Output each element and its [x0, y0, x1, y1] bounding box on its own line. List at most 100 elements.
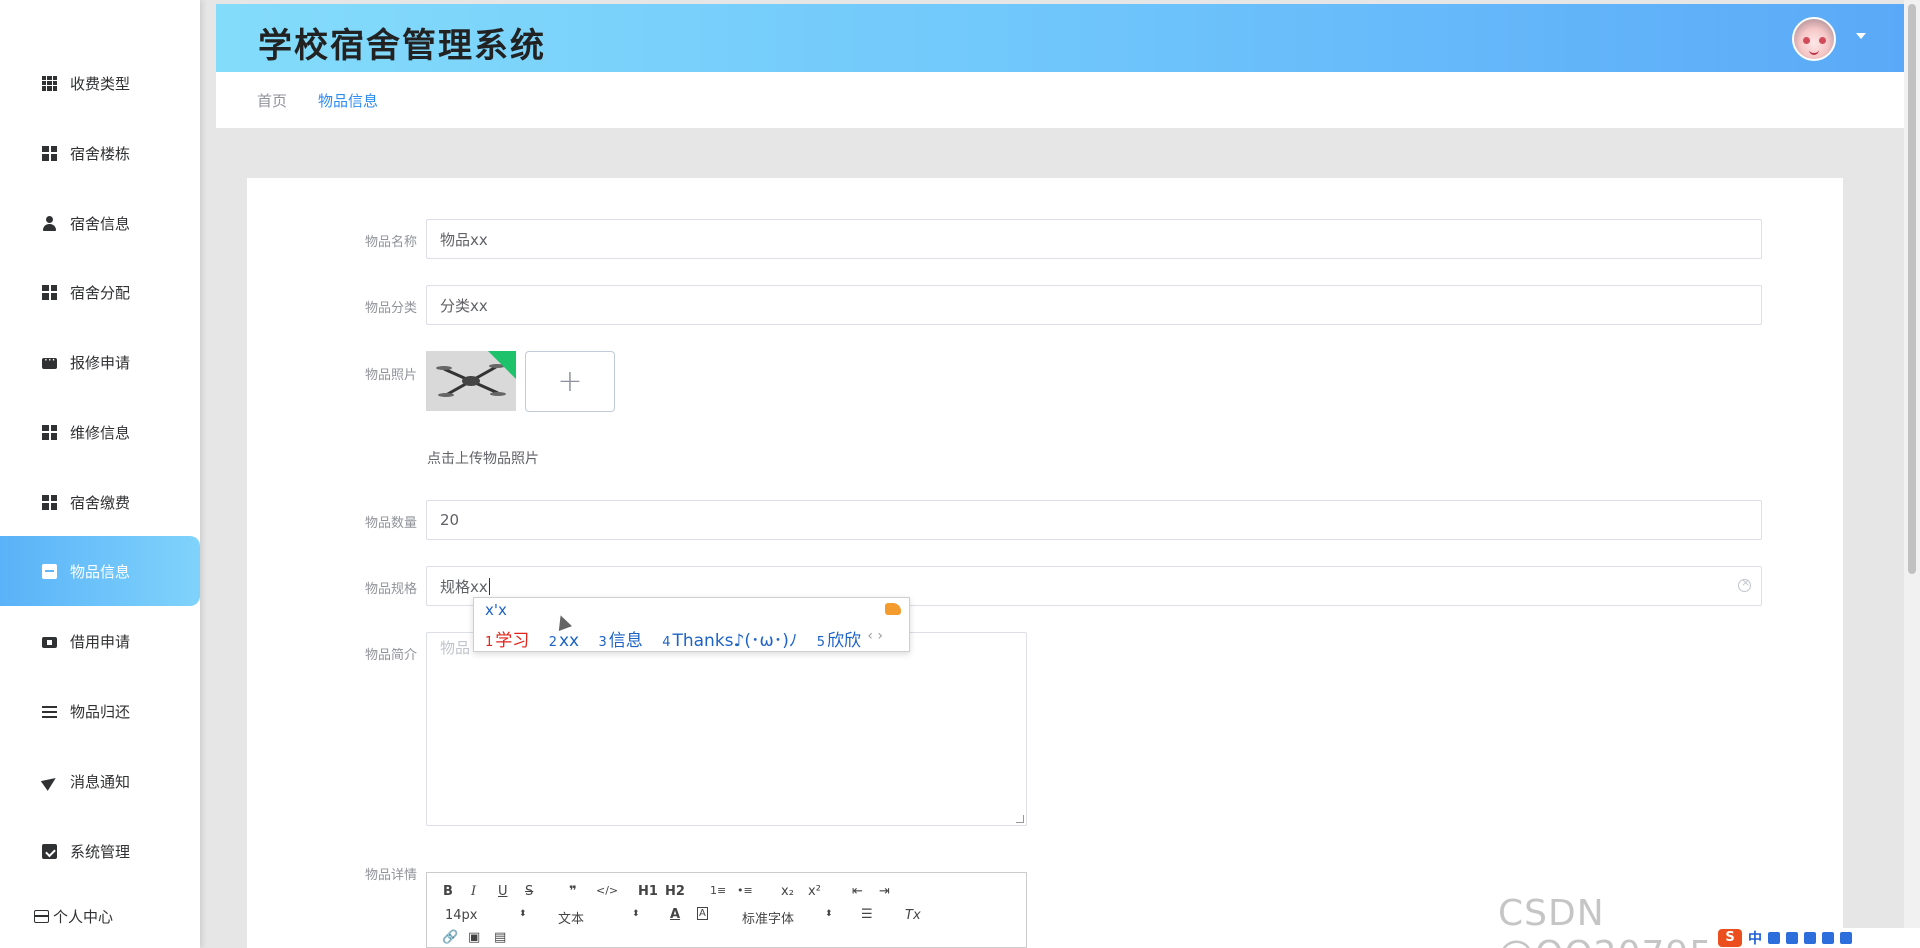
- underline-button[interactable]: U: [498, 884, 508, 899]
- ordered-list-button[interactable]: 1≡: [710, 884, 726, 897]
- sidebar-item-personal-center[interactable]: 个人中心: [34, 906, 113, 927]
- sidebar-item-item-info[interactable]: 物品信息: [0, 536, 200, 606]
- grid-icon: [42, 145, 57, 161]
- name-input-value: 物品xx: [440, 230, 488, 249]
- sidebar-item-label: 系统管理: [70, 842, 131, 861]
- sidebar-item-dorm-info[interactable]: 宿舍信息: [0, 188, 200, 258]
- sidebar-item-label: 消息通知: [70, 772, 131, 791]
- sidebar-item-fee-type[interactable]: 收费类型: [0, 48, 200, 118]
- strike-button[interactable]: S: [525, 884, 533, 899]
- updown-icon: ⬍: [632, 909, 640, 919]
- plus-icon: +: [557, 364, 583, 399]
- sidebar-item-label: 物品信息: [70, 562, 131, 581]
- subscript-button[interactable]: x₂: [781, 884, 794, 899]
- clipboard-check-icon: [42, 843, 57, 859]
- chevron-down-icon[interactable]: [1856, 33, 1866, 39]
- skin-icon[interactable]: [1822, 932, 1834, 944]
- quote-button[interactable]: ❞: [569, 884, 577, 899]
- background-color-button[interactable]: A: [697, 907, 708, 920]
- sidebar-item-building[interactable]: 宿舍楼栋: [0, 118, 200, 188]
- quantity-input[interactable]: 20: [426, 500, 1762, 540]
- sidebar-item-label: 报修申请: [70, 353, 131, 372]
- sidebar-item-allocation[interactable]: 宿舍分配: [0, 257, 200, 327]
- h2-button[interactable]: H2: [665, 884, 685, 899]
- microphone-icon[interactable]: [1786, 932, 1798, 944]
- ime-candidate[interactable]: 1 学习: [485, 631, 529, 651]
- grid-icon: [42, 75, 57, 91]
- breadcrumb: 首页 物品信息: [216, 72, 1904, 128]
- resize-handle[interactable]: [1016, 815, 1024, 823]
- font-size-picker[interactable]: 14px: [445, 908, 478, 923]
- sidebar-item-borrow-request[interactable]: 借用申请: [0, 606, 200, 676]
- link-icon[interactable]: 🔗: [442, 930, 458, 945]
- ime-page-nav[interactable]: ‹ ›: [867, 628, 883, 644]
- language-toggle[interactable]: 中: [1748, 928, 1762, 948]
- sidebar-item-repair-info[interactable]: 维修信息: [0, 397, 200, 467]
- sidebar-item-repair-request[interactable]: 报修申请: [0, 327, 200, 397]
- category-input[interactable]: 分类xx: [426, 285, 1762, 325]
- sidebar-item-label: 宿舍分配: [70, 283, 131, 302]
- avatar[interactable]: [1792, 17, 1836, 61]
- sidebar-item-notification[interactable]: 消息通知: [0, 746, 200, 816]
- document-icon: [42, 563, 57, 579]
- quantity-label: 物品数量: [364, 516, 417, 531]
- header-picker[interactable]: 文本: [558, 908, 584, 927]
- font-family-picker[interactable]: 标准字体: [742, 908, 794, 927]
- italic-button[interactable]: I: [471, 884, 476, 899]
- quantity-input-value: 20: [440, 511, 460, 529]
- scrollbar-thumb[interactable]: [1908, 4, 1916, 574]
- chat-icon: [42, 353, 57, 369]
- ime-candidate[interactable]: 4 Thanks♪(･ω･)ﾉ: [662, 631, 797, 651]
- intro-placeholder: 物品: [440, 639, 471, 657]
- clear-icon[interactable]: [1738, 576, 1751, 592]
- upload-button[interactable]: +: [525, 351, 615, 412]
- sidebar: 收费类型 宿舍楼栋 宿舍信息 宿舍分配 报修申请 维修信息 宿舍缴费 物品信息 …: [0, 0, 200, 948]
- sidebar-item-label: 维修信息: [70, 423, 131, 442]
- punctuation-icon[interactable]: [1768, 932, 1780, 944]
- clear-format-button[interactable]: Tx: [905, 908, 921, 923]
- sogou-logo-icon[interactable]: S: [1718, 929, 1742, 947]
- name-input[interactable]: 物品xx: [426, 219, 1762, 259]
- photo-label: 物品照片: [364, 368, 417, 383]
- intro-textarea[interactable]: 物品: [426, 632, 1027, 826]
- category-input-value: 分类xx: [440, 296, 488, 315]
- detail-label: 物品详情: [364, 868, 417, 883]
- category-label: 物品分类: [364, 301, 417, 316]
- breadcrumb-home[interactable]: 首页: [257, 90, 287, 111]
- bold-button[interactable]: B: [443, 884, 453, 899]
- superscript-button[interactable]: x²: [808, 884, 821, 899]
- sidebar-item-label: 宿舍信息: [70, 214, 131, 233]
- name-label: 物品名称: [364, 235, 417, 250]
- text-cursor: [488, 577, 490, 595]
- align-button[interactable]: ☰: [861, 907, 873, 922]
- outdent-button[interactable]: ⇤: [852, 884, 863, 899]
- h1-button[interactable]: H1: [638, 884, 658, 899]
- sidebar-item-label: 宿舍楼栋: [70, 144, 131, 163]
- rich-text-editor[interactable]: B I U S ❞ </> H1 H2 1≡ •≡ x₂ x² ⇤ ⇥ 14px…: [426, 872, 1027, 948]
- grid-icon: [42, 424, 57, 440]
- ime-candidate-popup: x'x 1 学习 2 xx 3 信息 4 Thanks♪(･ω･)ﾉ 5 欣欣 ‹ ›: [473, 597, 910, 652]
- toolbox-icon[interactable]: [1840, 932, 1852, 944]
- photo-thumbnail[interactable]: [426, 351, 516, 411]
- spec-label: 物品规格: [364, 582, 417, 597]
- indent-button[interactable]: ⇥: [879, 884, 890, 899]
- font-color-button[interactable]: A: [670, 907, 680, 922]
- ime-candidate[interactable]: 2 xx: [549, 631, 579, 651]
- bullet-list-button[interactable]: •≡: [737, 884, 753, 897]
- ime-composition: x'x: [485, 601, 507, 619]
- sidebar-item-label: 宿舍缴费: [70, 493, 131, 512]
- sidebar-item-payment[interactable]: 宿舍缴费: [0, 467, 200, 537]
- sidebar-item-return[interactable]: 物品归还: [0, 676, 200, 746]
- ime-candidates: 1 学习 2 xx 3 信息 4 Thanks♪(･ω･)ﾉ 5 欣欣: [485, 626, 875, 651]
- keyboard-icon[interactable]: [1804, 932, 1816, 944]
- ime-candidate[interactable]: 5 欣欣: [817, 631, 861, 651]
- sidebar-item-system[interactable]: 系统管理: [0, 816, 200, 886]
- ime-tray: S 中: [1714, 928, 1920, 948]
- video-icon[interactable]: ▤: [494, 930, 506, 945]
- page-scrollbar[interactable]: [1904, 0, 1920, 948]
- image-icon[interactable]: ▣: [468, 930, 480, 945]
- corner-badge: [488, 351, 516, 379]
- ime-candidate[interactable]: 3 信息: [599, 631, 643, 651]
- code-button[interactable]: </>: [596, 884, 618, 897]
- app-title: 学校宿舍管理系统: [258, 26, 546, 66]
